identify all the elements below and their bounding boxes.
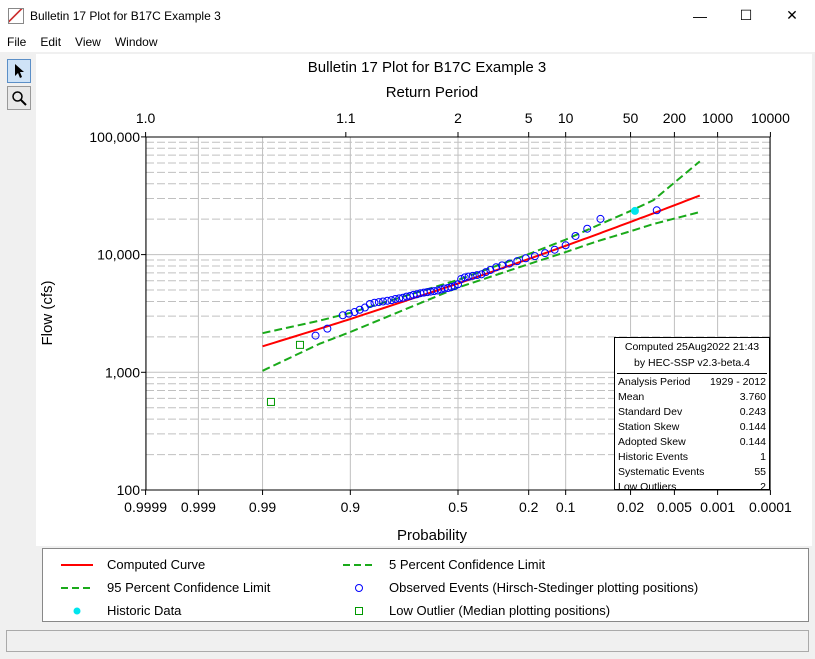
stat-row: Analysis Period 1929 - 2012 (615, 375, 769, 390)
stat-row: Historic Events 1 (615, 450, 769, 465)
stat-row: Adopted Skew 0.144 (615, 435, 769, 450)
y-tick-label: 10,000 (97, 247, 140, 263)
top-axis-title: Return Period (386, 84, 479, 101)
status-bar (6, 630, 809, 652)
legend-label: Observed Events (Hirsch-Stedinger plotti… (389, 580, 699, 595)
chart-title: Bulletin 17 Plot for B17C Example 3 (308, 59, 546, 76)
x-tick-label: 0.9999 (124, 499, 167, 515)
legend-entry: 5 Percent Confidence Limit (343, 557, 545, 572)
stat-row: Station Skew 0.144 (615, 420, 769, 435)
legend: Computed Curve 5 Percent Confidence Limit… (42, 548, 809, 622)
stat-value: 1 (760, 451, 766, 463)
legend-label: Historic Data (107, 603, 182, 618)
stat-label: Low Outliers (618, 481, 677, 493)
x-tick-label: 0.005 (657, 499, 692, 515)
historic-data-point (630, 206, 639, 215)
stat-value: 55 (754, 466, 766, 478)
top-tick-label: 1000 (702, 110, 733, 126)
top-tick-label: 1.0 (136, 110, 156, 126)
legend-entry: Observed Events (Hirsch-Stedinger plotti… (343, 580, 698, 595)
y-tick-label: 1,000 (105, 364, 140, 380)
stat-value: 0.144 (739, 436, 766, 448)
stat-label: Systematic Events (618, 466, 705, 478)
top-tick-label: 2 (454, 110, 462, 126)
legend-entry: Historic Data (61, 603, 181, 618)
stat-row: Low Outliers 2 (615, 480, 769, 495)
stat-label: Historic Events (618, 451, 689, 463)
legend-label: Computed Curve (107, 557, 206, 572)
y-axis-title: Flow (cfs) (39, 281, 56, 346)
stat-value: 0.144 (739, 421, 766, 433)
x-tick-label: 0.5 (448, 499, 468, 515)
top-tick-label: 5 (525, 110, 533, 126)
x-tick-label: 0.1 (556, 499, 576, 515)
x-tick-label: 0.999 (181, 499, 216, 515)
stat-label: Station Skew (618, 421, 680, 433)
stat-label: Analysis Period (618, 376, 691, 388)
stat-value: 1929 - 2012 (709, 376, 766, 388)
top-tick-label: 200 (663, 110, 687, 126)
stat-label: Mean (618, 391, 645, 403)
stat-row: Mean 3.760 (615, 390, 769, 405)
y-tick-label: 100,000 (89, 129, 140, 145)
y-tick-label: 100 (117, 482, 141, 498)
top-tick-label: 50 (623, 110, 639, 126)
legend-label: 95 Percent Confidence Limit (107, 580, 271, 595)
x-tick-label: 0.2 (519, 499, 539, 515)
statistics-box: Computed 25Aug2022 21:43 by HEC-SSP v2.3… (614, 337, 770, 493)
x-tick-label: 0.9 (341, 499, 361, 515)
top-tick-label: 10 (558, 110, 574, 126)
legend-symbol-icon (61, 586, 93, 589)
legend-entry: Low Outlier (Median plotting positions) (343, 603, 610, 618)
x-axis-title: Probability (397, 527, 468, 544)
x-tick-label: 0.0001 (749, 499, 792, 515)
legend-symbol-icon (73, 607, 81, 614)
top-tick-label: 1.1 (336, 110, 356, 126)
top-tick-label: 10000 (751, 110, 790, 126)
stat-label: Standard Dev (618, 406, 683, 418)
x-tick-label: 0.001 (700, 499, 735, 515)
computed-date: Computed 25Aug2022 21:43 (624, 341, 760, 353)
legend-symbol-icon (61, 563, 93, 566)
stat-value: 3.760 (739, 391, 766, 403)
stat-label: Adopted Skew (618, 436, 686, 448)
stat-value: 2 (760, 481, 766, 493)
x-tick-label: 0.99 (249, 499, 276, 515)
x-tick-label: 0.02 (617, 499, 644, 515)
legend-symbol-icon (355, 606, 363, 615)
stat-row: Standard Dev 0.243 (615, 405, 769, 420)
legend-label: Low Outlier (Median plotting positions) (389, 603, 611, 618)
software-version: by HEC-SSP v2.3-beta.4 (634, 357, 750, 369)
legend-symbol-icon (355, 583, 363, 592)
legend-label: 5 Percent Confidence Limit (389, 557, 546, 572)
stat-value: 0.243 (739, 406, 766, 418)
legend-symbol-icon (343, 563, 375, 566)
legend-entry: 95 Percent Confidence Limit (61, 580, 270, 595)
stat-row: Systematic Events 55 (615, 465, 769, 480)
legend-entry: Computed Curve (61, 557, 205, 572)
